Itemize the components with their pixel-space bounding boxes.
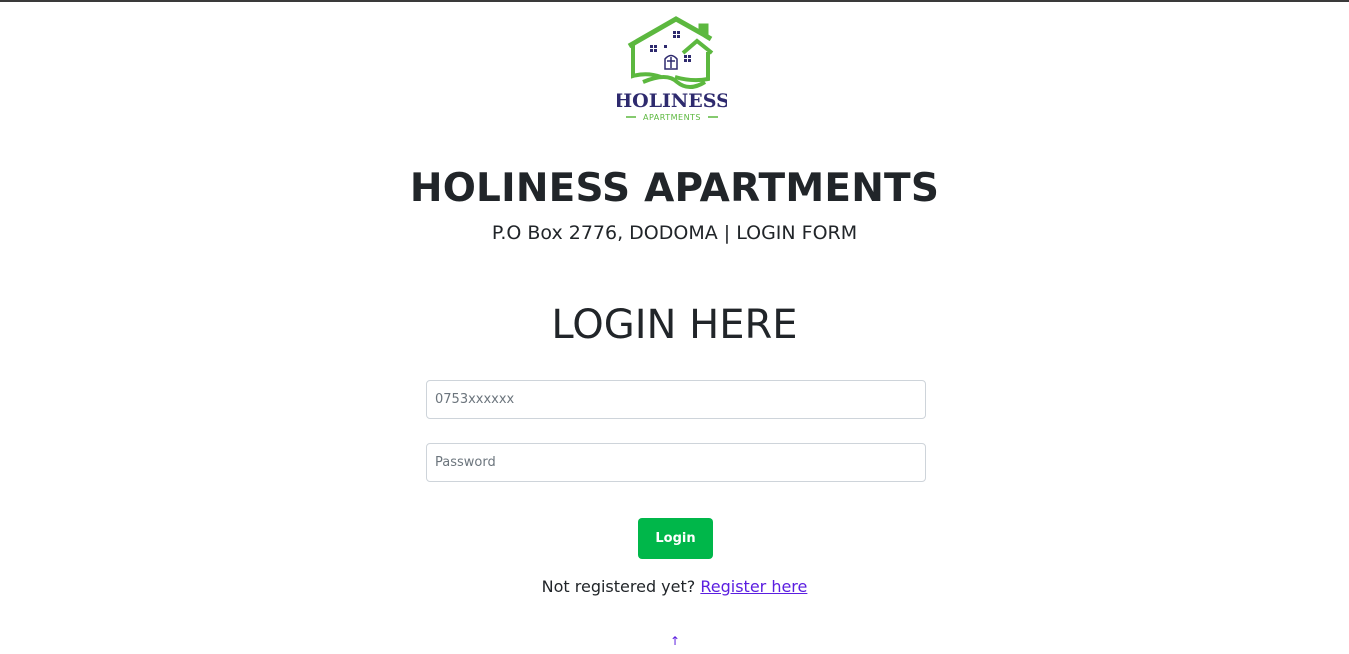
- register-prompt-text: Not registered yet?: [541, 577, 696, 596]
- arrow-up-icon[interactable]: ↑: [668, 633, 682, 649]
- page-title: HOLINESS APARTMENTS: [409, 166, 940, 211]
- page-subtitle: P.O Box 2776, DODOMA | LOGIN FORM: [491, 222, 858, 244]
- svg-text:HOLINESS: HOLINESS: [617, 90, 727, 112]
- login-button[interactable]: Login: [638, 518, 713, 559]
- password-input[interactable]: [426, 443, 926, 482]
- svg-text:APARTMENTS: APARTMENTS: [643, 113, 701, 122]
- house-logo-icon: HOLINESS APARTMENTS: [617, 16, 727, 122]
- register-link[interactable]: Register here: [700, 577, 807, 596]
- top-border: [0, 0, 1349, 2]
- register-prompt-line: Not registered yet? Register here: [0, 576, 1349, 598]
- holiness-apartments-logo: HOLINESS APARTMENTS: [617, 16, 727, 122]
- phone-number-input[interactable]: [426, 380, 926, 419]
- login-form-title: LOGIN HERE: [551, 302, 798, 348]
- login-page: HOLINESS APARTMENTS HOLINESS APARTMENTS …: [0, 0, 1349, 654]
